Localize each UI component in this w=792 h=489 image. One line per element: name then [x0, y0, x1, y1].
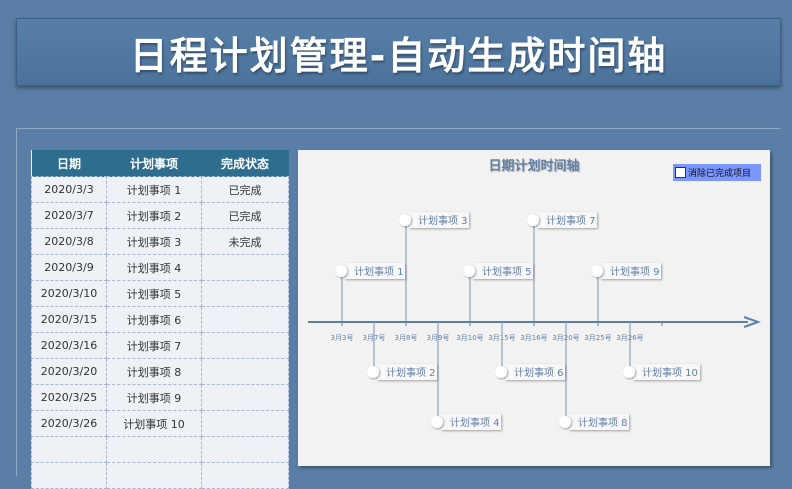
item-cell[interactable]: 计划事项 10	[106, 410, 202, 437]
date-cell[interactable]: 2020/3/15	[31, 306, 107, 333]
table-header-row: 日期 计划事项 完成状态	[31, 150, 289, 177]
event-marker-icon	[335, 265, 347, 277]
date-cell[interactable]: 2020/3/16	[31, 332, 107, 359]
table-row: 2020/3/20 计划事项 8	[31, 358, 289, 385]
item-cell[interactable]: 计划事项 1	[106, 176, 202, 203]
status-cell[interactable]	[201, 358, 289, 385]
event-marker-icon	[367, 366, 379, 378]
header-item: 计划事项	[106, 150, 202, 177]
table-row: 2020/3/9 计划事项 4	[31, 254, 289, 281]
table-row: 2020/3/10 计划事项 5	[31, 280, 289, 307]
date-cell[interactable]	[31, 436, 107, 463]
table-row: 2020/3/7 计划事项 2 已完成	[31, 202, 289, 229]
item-cell[interactable]: 计划事项 4	[106, 254, 202, 281]
item-cell[interactable]	[106, 462, 202, 489]
event-label: 计划事项 10	[642, 366, 698, 379]
event-label: 计划事项 1	[354, 265, 404, 278]
item-cell[interactable]: 计划事项 9	[106, 384, 202, 411]
date-cell[interactable]	[31, 462, 107, 489]
timeline-svg: 3月3号3月7号3月8号3月9号3月10号3月15号3月16号3月20号3月25…	[308, 212, 761, 430]
status-cell[interactable]	[201, 462, 289, 489]
event-marker-icon	[399, 214, 411, 226]
status-cell[interactable]	[201, 254, 289, 281]
status-cell[interactable]	[201, 436, 289, 463]
event-marker-icon	[591, 265, 603, 277]
event-marker-icon	[431, 416, 443, 428]
event-marker-icon	[495, 366, 507, 378]
table-row: 2020/3/3 计划事项 1 已完成	[31, 176, 289, 203]
date-cell[interactable]: 2020/3/20	[31, 358, 107, 385]
date-cell[interactable]: 2020/3/26	[31, 410, 107, 437]
status-cell[interactable]: 已完成	[201, 176, 289, 203]
header-date: 日期	[31, 150, 107, 177]
table-row	[31, 462, 289, 489]
item-cell[interactable]: 计划事项 8	[106, 358, 202, 385]
table-row: 2020/3/25 计划事项 9	[31, 384, 289, 411]
event-label: 计划事项 8	[578, 416, 628, 429]
page-title: 日程计划管理-自动生成时间轴	[129, 33, 668, 78]
item-cell[interactable]	[106, 436, 202, 463]
event-marker-icon	[623, 366, 635, 378]
event-label: 计划事项 5	[482, 265, 532, 278]
status-cell[interactable]	[201, 410, 289, 437]
date-cell[interactable]: 2020/3/10	[31, 280, 107, 307]
timeline-chart: 日期计划时间轴 消除已完成项目 3月3号3月7号3月8号3月9号3月10号3月1…	[298, 150, 770, 466]
event-label: 计划事项 4	[450, 416, 500, 429]
date-cell[interactable]: 2020/3/3	[31, 176, 107, 203]
tick-label: 3月10号	[456, 334, 483, 342]
status-cell[interactable]: 已完成	[201, 202, 289, 229]
status-cell[interactable]	[201, 332, 289, 359]
event-label: 计划事项 6	[514, 366, 564, 379]
event-label: 计划事项 2	[386, 366, 436, 379]
tick-label: 3月16号	[520, 334, 547, 342]
item-cell[interactable]: 计划事项 7	[106, 332, 202, 359]
item-cell[interactable]: 计划事项 6	[106, 306, 202, 333]
status-cell[interactable]	[201, 280, 289, 307]
table-row: 2020/3/16 计划事项 7	[31, 332, 289, 359]
tick-label: 3月25号	[584, 334, 611, 342]
item-cell[interactable]: 计划事项 5	[106, 280, 202, 307]
table-row: 2020/3/26 计划事项 10	[31, 410, 289, 437]
tick-label: 3月8号	[395, 334, 418, 342]
event-label: 计划事项 3	[418, 214, 468, 227]
schedule-table: 日期 计划事项 完成状态 2020/3/3 计划事项 1 已完成 2020/3/7 计划…	[31, 150, 289, 489]
title-banner: 日程计划管理-自动生成时间轴	[16, 18, 781, 86]
event-marker-icon	[463, 265, 475, 277]
date-cell[interactable]: 2020/3/9	[31, 254, 107, 281]
status-cell[interactable]: 未完成	[201, 228, 289, 255]
status-cell[interactable]	[201, 384, 289, 411]
date-cell[interactable]: 2020/3/7	[31, 202, 107, 229]
table-row: 2020/3/8 计划事项 3 未完成	[31, 228, 289, 255]
table-row	[31, 436, 289, 463]
date-cell[interactable]: 2020/3/8	[31, 228, 107, 255]
item-cell[interactable]: 计划事项 3	[106, 228, 202, 255]
header-status: 完成状态	[201, 150, 289, 177]
status-cell[interactable]	[201, 306, 289, 333]
date-cell[interactable]: 2020/3/25	[31, 384, 107, 411]
event-label: 计划事项 7	[546, 214, 596, 227]
event-marker-icon	[527, 214, 539, 226]
table-row: 2020/3/15 计划事项 6	[31, 306, 289, 333]
event-marker-icon	[559, 416, 571, 428]
event-label: 计划事项 9	[610, 265, 660, 278]
item-cell[interactable]: 计划事项 2	[106, 202, 202, 229]
tick-label: 3月3号	[331, 334, 354, 342]
